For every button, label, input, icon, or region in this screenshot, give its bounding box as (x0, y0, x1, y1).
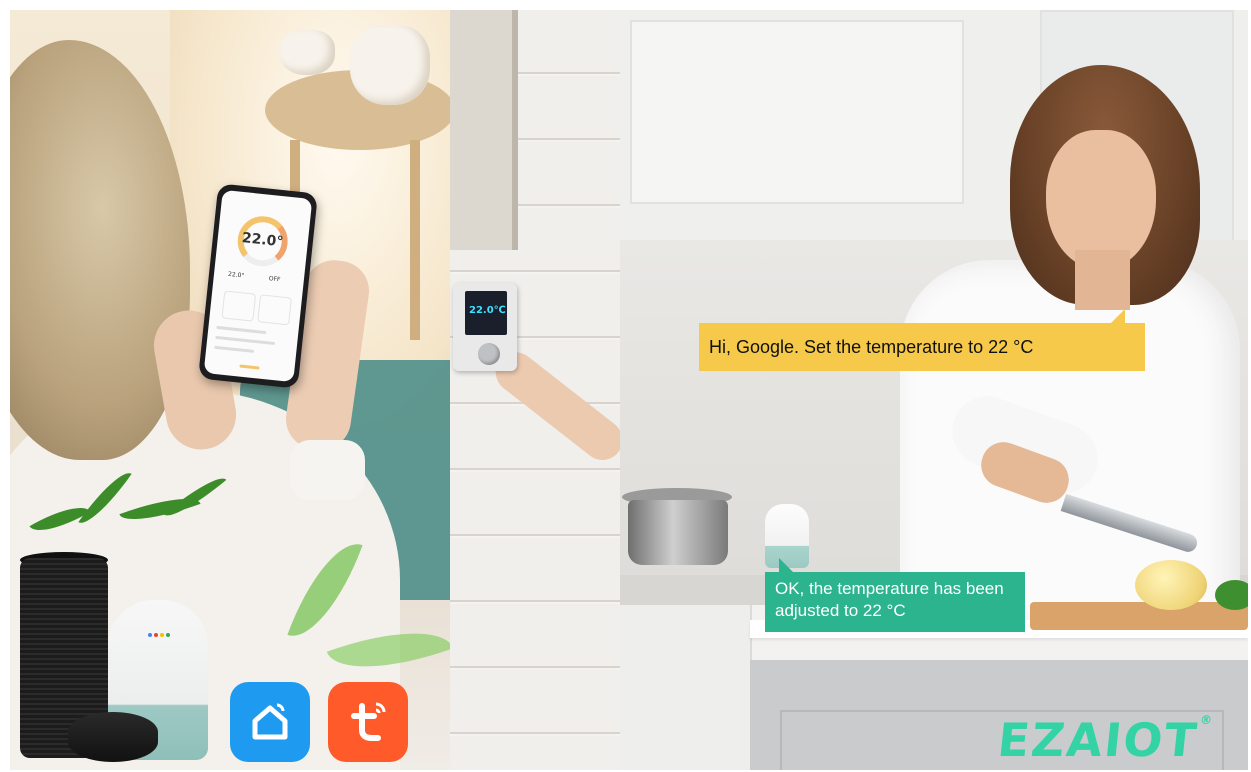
woman-face (1046, 130, 1156, 270)
tuya-t-icon (351, 702, 386, 741)
phone-menu-line (214, 345, 255, 353)
phone-menu-line (216, 325, 267, 335)
wall-thermostat: 22.0℃ (453, 283, 517, 371)
phone-menu-line (215, 335, 276, 346)
vegetable (1215, 580, 1248, 610)
brand-name: EZAIOT (995, 713, 1201, 767)
kitchen-scene (620, 10, 1248, 770)
table-leg (410, 140, 420, 340)
speech-bubble-question: Hi, Google. Set the temperature to 22 °C (699, 309, 1145, 371)
smartphone: 22.0° 22.0° OFF (198, 183, 318, 389)
thermostat-temperature: 22.0℃ (469, 305, 506, 316)
smart-home-app-icon (230, 682, 310, 762)
thermostat-knob (478, 343, 500, 365)
living-room-scene: 22.0° 22.0° OFF (10, 10, 450, 770)
speaker-lights (148, 622, 172, 637)
photo-composite: 22.0° 22.0° OFF 22.0℃ Hi, Google. Set th… (10, 10, 1248, 770)
phone-card-power (221, 290, 257, 322)
home-icon (252, 703, 288, 740)
cutting-board (1030, 602, 1248, 630)
speech-bubble-answer: OK, the temperature has been adjusted to… (765, 558, 1025, 632)
brand-logo: EZAIOT® (995, 713, 1215, 767)
registered-mark: ® (1199, 713, 1215, 727)
phone-current-temp: 22.0° (227, 270, 245, 280)
mirror-frame (450, 10, 518, 250)
amazon-echo-dot (68, 712, 158, 762)
phone-mode: OFF (268, 275, 281, 284)
sleeve-cuff (290, 440, 365, 500)
answer-text: OK, the temperature has been adjusted to… (775, 579, 1004, 620)
phone-card-mode (257, 294, 292, 326)
tuya-app-icon (328, 682, 408, 762)
thermostat-app-screen: 22.0° 22.0° OFF (203, 189, 313, 383)
question-text: Hi, Google. Set the temperature to 22 °C (709, 337, 1034, 357)
phone-bottom-bar (239, 364, 260, 370)
cooking-pot (628, 500, 728, 565)
cabinet-door (630, 20, 964, 204)
teacup (280, 30, 335, 75)
teapot (350, 25, 430, 105)
lower-cabinet (620, 605, 752, 770)
woman-neck (1075, 250, 1130, 310)
yellow-pepper (1135, 560, 1207, 610)
